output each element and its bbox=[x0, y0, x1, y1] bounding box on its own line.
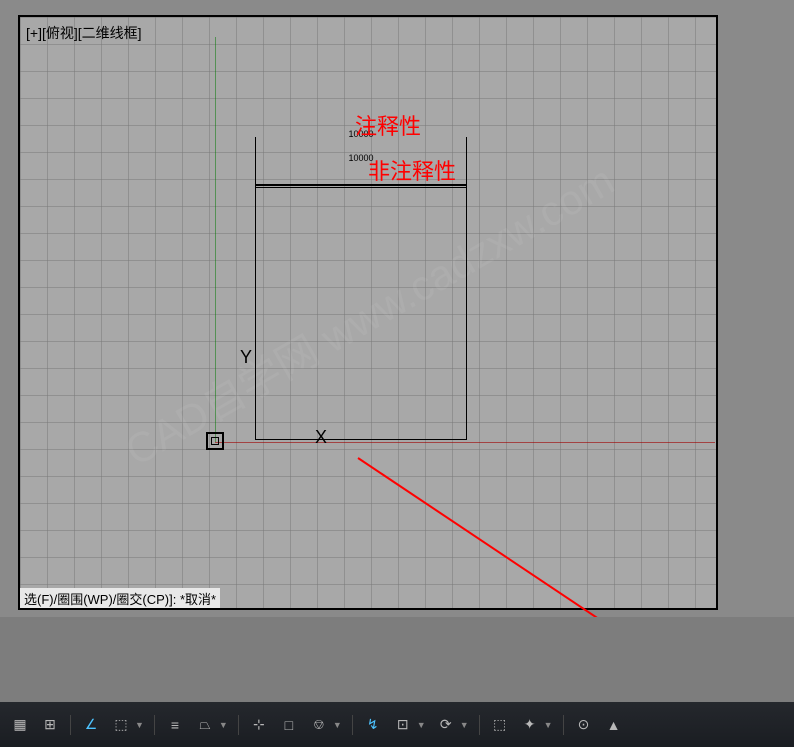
gap-area bbox=[0, 617, 794, 702]
sb-snap-button[interactable]: ∠ bbox=[77, 711, 105, 739]
separator bbox=[154, 715, 155, 735]
sb-cycle-button[interactable]: ⟳ bbox=[432, 711, 460, 739]
sb-iso-button[interactable]: ⏢ bbox=[191, 711, 219, 739]
separator bbox=[352, 715, 353, 735]
chevron-down-icon[interactable]: ▼ bbox=[460, 720, 469, 730]
sb-ortho-button[interactable]: ⬚ bbox=[107, 711, 135, 739]
sb-otrack-button[interactable]: ⎊ bbox=[305, 711, 333, 739]
separator bbox=[238, 715, 239, 735]
separator bbox=[563, 715, 564, 735]
sb-anno-vis-button[interactable]: ⊙ bbox=[570, 711, 598, 739]
sb-3dosnap-button[interactable]: □ bbox=[275, 711, 303, 739]
sb-lwt-button[interactable]: ⊡ bbox=[389, 711, 417, 739]
sb-osnap-button[interactable]: ⊹ bbox=[245, 711, 273, 739]
chevron-down-icon[interactable]: ▼ bbox=[544, 720, 553, 730]
sb-model-button[interactable]: ▦ bbox=[6, 711, 34, 739]
chevron-down-icon[interactable]: ▼ bbox=[333, 720, 342, 730]
ucs-origin-icon[interactable] bbox=[206, 432, 224, 450]
annotation-label-1: 注释性 bbox=[355, 109, 421, 141]
chevron-down-icon[interactable]: ▼ bbox=[135, 720, 144, 730]
rectangle-object[interactable] bbox=[255, 187, 467, 440]
sb-dyn-button[interactable]: ↯ bbox=[359, 711, 387, 739]
dim-ext-line bbox=[466, 162, 467, 185]
ucs-origin-inner bbox=[211, 437, 219, 445]
ucs-y-axis bbox=[215, 37, 216, 442]
drawing-viewport[interactable]: CAD自学网 www.cadzxw.com [+][俯视][二维线框] Y X … bbox=[18, 15, 718, 610]
separator bbox=[479, 715, 480, 735]
view-label[interactable]: [+][俯视][二维线框] bbox=[26, 23, 142, 43]
axis-y-label: Y bbox=[240, 347, 252, 368]
sb-gizmo-button[interactable]: ✦ bbox=[516, 711, 544, 739]
chevron-down-icon[interactable]: ▼ bbox=[219, 720, 228, 730]
sb-polar-button[interactable]: ≡ bbox=[161, 711, 189, 739]
ucs-x-axis bbox=[215, 442, 715, 443]
dim-ext-line bbox=[255, 162, 256, 185]
sb-anno-scale-button[interactable]: ▲ bbox=[600, 711, 628, 739]
status-bar: ▦ ⊞ ∠ ⬚ ▼ ≡ ⏢ ▼ ⊹ □ ⎊ ▼ ↯ ⊡ ▼ ⟳ ▼ ⬚ ✦ ▼ … bbox=[0, 702, 794, 747]
sb-grid-button[interactable]: ⊞ bbox=[36, 711, 64, 739]
separator bbox=[70, 715, 71, 735]
chevron-down-icon[interactable]: ▼ bbox=[417, 720, 426, 730]
command-line[interactable]: 选(F)/圈围(WP)/圈交(CP)]: *取消* bbox=[20, 588, 220, 608]
sb-sel-button[interactable]: ⬚ bbox=[486, 711, 514, 739]
annotation-label-2: 非注释性 bbox=[368, 154, 456, 186]
